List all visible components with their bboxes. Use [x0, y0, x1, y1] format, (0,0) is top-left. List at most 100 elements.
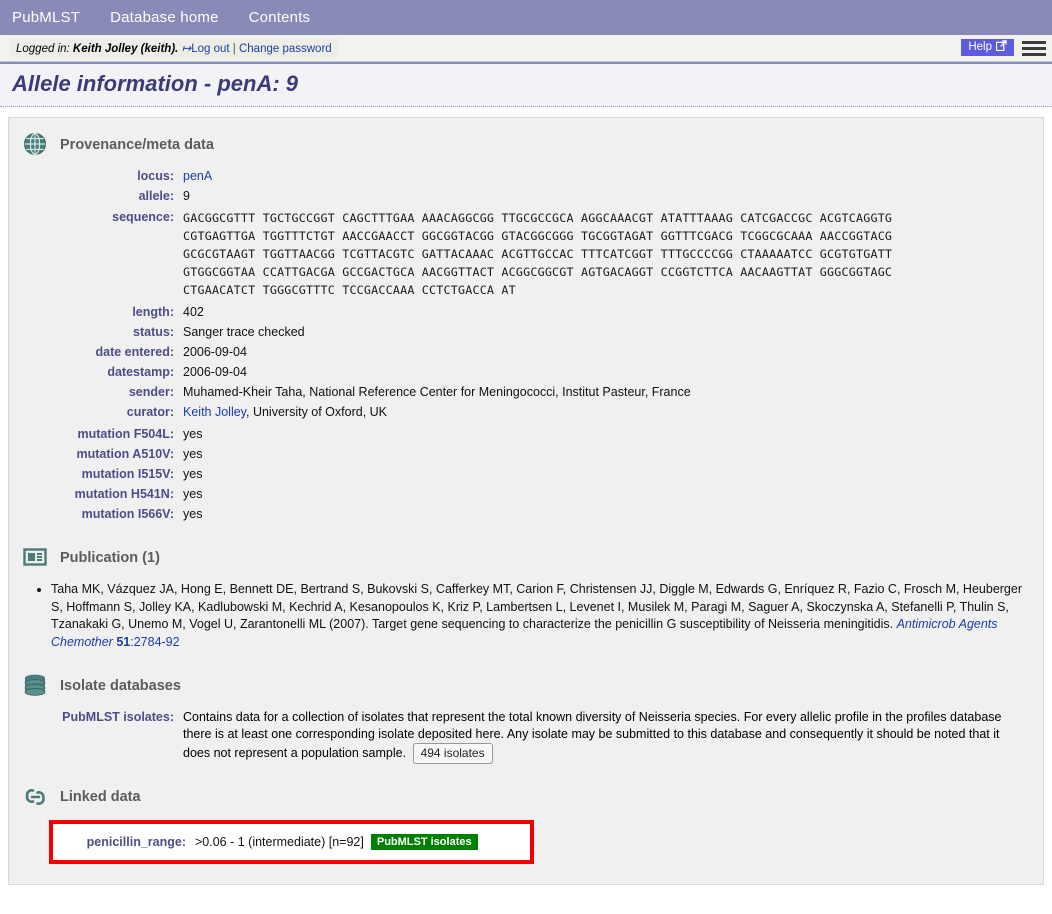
sender-label: sender:	[128, 385, 174, 399]
linked-data-heading: Linked data	[60, 789, 141, 805]
curator-value: Keith Jolley, University of Oxford, UK	[183, 404, 387, 421]
menu-toggle-button[interactable]	[1022, 38, 1046, 59]
allele-value: 9	[183, 189, 190, 203]
sequence-line: CGTGAGTTGA TGGTTTCTGT AACCGAACCT GGCGGTA…	[183, 229, 893, 243]
penicillin-range-row: penicillin_range: >0.06 - 1 (intermediat…	[61, 834, 522, 850]
field-row-sequence: sequence: GACGGCGTTT TGCTGCCGGT CAGCTTTG…	[23, 209, 1029, 299]
allele-label: allele:	[138, 189, 174, 203]
date-entered-label: date entered:	[95, 345, 175, 359]
sequence-label: sequence:	[112, 210, 174, 224]
help-button-label: Help	[968, 41, 992, 53]
field-row-length: length: 402	[23, 304, 1029, 321]
login-status-bar: Logged in: Keith Jolley (keith). ↦Log ou…	[0, 35, 1052, 62]
hamburger-line	[1022, 53, 1046, 56]
article-icon	[23, 545, 49, 571]
isolate-databases-header: Isolate databases	[23, 673, 1029, 699]
field-row-allele: allele: 9	[23, 188, 1029, 205]
field-row-sender: sender: Muhamed-Kheir Taha, National Ref…	[23, 384, 1029, 401]
field-row-status: status: Sanger trace checked	[23, 324, 1029, 341]
publication-section: Publication (1) Taha MK, Vázquez JA, Hon…	[23, 545, 1029, 651]
logged-in-info: Logged in: Keith Jolley (keith). ↦Log ou…	[10, 39, 338, 57]
isolate-database-row: PubMLST isolates: Contains data for a co…	[23, 709, 1029, 764]
length-value: 402	[183, 305, 204, 319]
isolate-count-button[interactable]: 494 isolates	[412, 743, 493, 764]
mutation-i515v-value: yes	[183, 467, 203, 481]
penicillin-range-label: penicillin_range:	[86, 835, 186, 849]
logged-in-user: Keith Jolley (keith).	[72, 43, 179, 55]
isolate-database-label: PubMLST isolates:	[62, 710, 174, 724]
datestamp-value: 2006-09-04	[183, 365, 247, 379]
external-link-icon	[995, 40, 1007, 54]
penicillin-range-value: >0.06 - 1 (intermediate) [n=92]	[195, 835, 364, 849]
top-navigation-bar: PubMLST Database home Contents	[0, 0, 1052, 35]
datestamp-label: datestamp:	[107, 365, 174, 379]
hamburger-line	[1022, 41, 1046, 44]
field-row-mutation-f504l: mutation F504L: yes	[23, 426, 1029, 443]
mutation-i566v-label: mutation I566V:	[81, 507, 174, 521]
publication-section-header: Publication (1)	[23, 545, 1029, 571]
linked-data-section: Linked data penicillin_range: >0.06 - 1 …	[23, 784, 1029, 864]
pubmlst-isolates-badge[interactable]: PubMLST isolates	[370, 834, 478, 850]
provenance-heading: Provenance/meta data	[60, 137, 214, 153]
publication-heading: Publication (1)	[60, 550, 160, 566]
field-row-date-entered: date entered: 2006-09-04	[23, 344, 1029, 361]
status-label: status:	[133, 325, 174, 339]
mutation-i566v-value: yes	[183, 507, 203, 521]
nav-database-home[interactable]: Database home	[110, 9, 219, 26]
field-row-curator: curator: Keith Jolley, University of Oxf…	[23, 404, 1029, 421]
change-password-link[interactable]: Change password	[239, 43, 332, 55]
mutation-h541n-value: yes	[183, 487, 203, 501]
field-row-locus: locus: penA	[23, 168, 1029, 185]
sequence-line: GACGGCGTTT TGCTGCCGGT CAGCTTTGAA AAACAGG…	[183, 211, 893, 225]
date-entered-value: 2006-09-04	[183, 345, 247, 359]
status-value: Sanger trace checked	[183, 325, 305, 339]
link-icon	[23, 784, 49, 810]
linked-data-header: Linked data	[23, 784, 1029, 810]
sequence-value: GACGGCGTTT TGCTGCCGGT CAGCTTTGAA AAACAGG…	[183, 209, 892, 299]
hamburger-line	[1022, 47, 1046, 50]
publication-citation: Taha MK, Vázquez JA, Hong E, Bennett DE,…	[51, 581, 1029, 651]
sequence-line: GCGCGTAAGT TGGTTAACGG TCGTTACGTC GATTACA…	[183, 247, 893, 261]
length-label: length:	[132, 305, 174, 319]
isolate-databases-section: Isolate databases PubMLST isolates: Cont…	[23, 673, 1029, 764]
page-title: Allele information - penA: 9	[12, 71, 299, 96]
page-title-bar: Allele information - penA: 9	[0, 62, 1052, 107]
logout-link[interactable]: Log out	[191, 43, 229, 55]
sequence-line: GTGGCGGTAA CCATTGACGA GCCGACTGCA AACGGTT…	[183, 265, 893, 279]
mutation-f504l-label: mutation F504L:	[77, 427, 174, 441]
field-row-mutation-a510v: mutation A510V: yes	[23, 446, 1029, 463]
logout-icon[interactable]: ↦	[182, 43, 192, 55]
curator-affiliation: , University of Oxford, UK	[246, 405, 388, 419]
mutation-a510v-label: mutation A510V:	[76, 447, 174, 461]
mutation-i515v-label: mutation I515V:	[81, 467, 174, 481]
help-button[interactable]: Help	[961, 39, 1014, 56]
locus-value: penA	[183, 168, 212, 185]
field-row-mutation-i515v: mutation I515V: yes	[23, 466, 1029, 483]
nav-contents[interactable]: Contents	[249, 9, 311, 26]
journal-pages: :2784-92	[130, 634, 180, 649]
sequence-line: CTGAACATCT TGGGCGTTTC TCCGACCAAA CCTCTGA…	[183, 283, 516, 297]
field-row-mutation-h541n: mutation H541N: yes	[23, 486, 1029, 503]
link-separator: |	[232, 43, 236, 55]
isolate-database-description: Contains data for a collection of isolat…	[183, 710, 1002, 760]
linked-data-highlight-box: penicillin_range: >0.06 - 1 (intermediat…	[49, 820, 534, 864]
nav-pubmlst[interactable]: PubMLST	[12, 9, 80, 26]
sender-value: Muhamed-Kheir Taha, National Reference C…	[183, 385, 691, 399]
database-icon	[23, 673, 49, 699]
logged-in-prefix: Logged in:	[16, 43, 70, 55]
mutation-a510v-value: yes	[183, 447, 203, 461]
curator-label: curator:	[126, 405, 174, 419]
main-content-panel: Provenance/meta data locus: penA allele:…	[8, 117, 1044, 885]
mutation-h541n-label: mutation H541N:	[74, 487, 174, 501]
isolate-database-description-wrapper: Contains data for a collection of isolat…	[183, 709, 1029, 764]
locus-link[interactable]: penA	[183, 169, 212, 183]
journal-volume: 51	[116, 634, 131, 649]
citation-text: Taha MK, Vázquez JA, Hong E, Bennett DE,…	[51, 582, 1022, 631]
isolate-databases-heading: Isolate databases	[60, 678, 181, 694]
publication-list: Taha MK, Vázquez JA, Hong E, Bennett DE,…	[23, 581, 1029, 651]
globe-icon	[23, 132, 49, 158]
locus-label: locus:	[137, 169, 174, 183]
field-row-datestamp: datestamp: 2006-09-04	[23, 364, 1029, 381]
field-row-mutation-i566v: mutation I566V: yes	[23, 506, 1029, 523]
curator-link[interactable]: Keith Jolley	[183, 405, 246, 419]
